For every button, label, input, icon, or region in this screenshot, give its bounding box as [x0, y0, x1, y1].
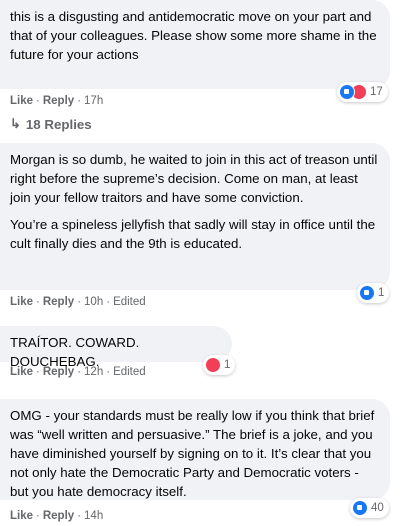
- love-reaction-icon: [205, 357, 221, 373]
- timestamp[interactable]: 10h: [84, 296, 103, 308]
- comment-bubble: Morgan is so dumb, he waited to join in …: [0, 143, 390, 290]
- reply-arrow-icon: ↳: [10, 116, 21, 131]
- comment-actions: Like · Reply · 12h · Edited: [10, 366, 146, 378]
- comment-text: You’re a spineless jellyfish that sadly …: [10, 217, 376, 251]
- like-link[interactable]: Like: [10, 95, 33, 107]
- like-reaction-icon: [339, 84, 355, 100]
- edited-label: Edited: [113, 296, 146, 308]
- reply-link[interactable]: Reply: [43, 296, 74, 308]
- edited-label: Edited: [113, 366, 146, 378]
- timestamp[interactable]: 12h: [84, 366, 103, 378]
- reaction-summary[interactable]: 1: [203, 355, 236, 375]
- comment-actions: Like · Reply · 14h: [10, 510, 104, 522]
- comment-bubble: this is a disgusting and antidemocratic …: [0, 0, 390, 89]
- view-replies-link[interactable]: ↳ 18 Replies: [10, 116, 92, 132]
- reply-link[interactable]: Reply: [43, 95, 74, 107]
- like-link[interactable]: Like: [10, 296, 33, 308]
- like-reaction-icon: [359, 285, 375, 301]
- reply-link[interactable]: Reply: [43, 366, 74, 378]
- reaction-count: 17: [370, 86, 383, 98]
- reaction-count: 1: [378, 287, 385, 299]
- reaction-count: 1: [224, 359, 231, 371]
- comment-actions: Like · Reply · 10h · Edited: [10, 296, 146, 308]
- timestamp[interactable]: 14h: [84, 510, 103, 522]
- comment-text: this is a disgusting and antidemocratic …: [10, 9, 377, 62]
- reaction-count: 40: [371, 502, 384, 514]
- comment-actions: Like · Reply · 17h: [10, 95, 104, 107]
- comment-bubble: OMG - your standards must be really low …: [0, 399, 390, 500]
- reply-link[interactable]: Reply: [43, 510, 74, 522]
- like-link[interactable]: Like: [10, 510, 33, 522]
- like-reaction-icon: [352, 500, 368, 516]
- comment-text: OMG - your standards must be really low …: [10, 408, 375, 499]
- like-link[interactable]: Like: [10, 366, 33, 378]
- replies-count: 18 Replies: [25, 116, 92, 132]
- timestamp[interactable]: 17h: [84, 95, 103, 107]
- reaction-summary[interactable]: 17: [337, 82, 388, 102]
- comment-bubble: TRAÍTOR. COWARD. DOUCHEBAG.: [0, 326, 232, 369]
- reaction-summary[interactable]: 40: [350, 498, 389, 518]
- comment-text: Morgan is so dumb, he waited to join in …: [10, 152, 378, 205]
- reaction-summary[interactable]: 1: [357, 283, 390, 303]
